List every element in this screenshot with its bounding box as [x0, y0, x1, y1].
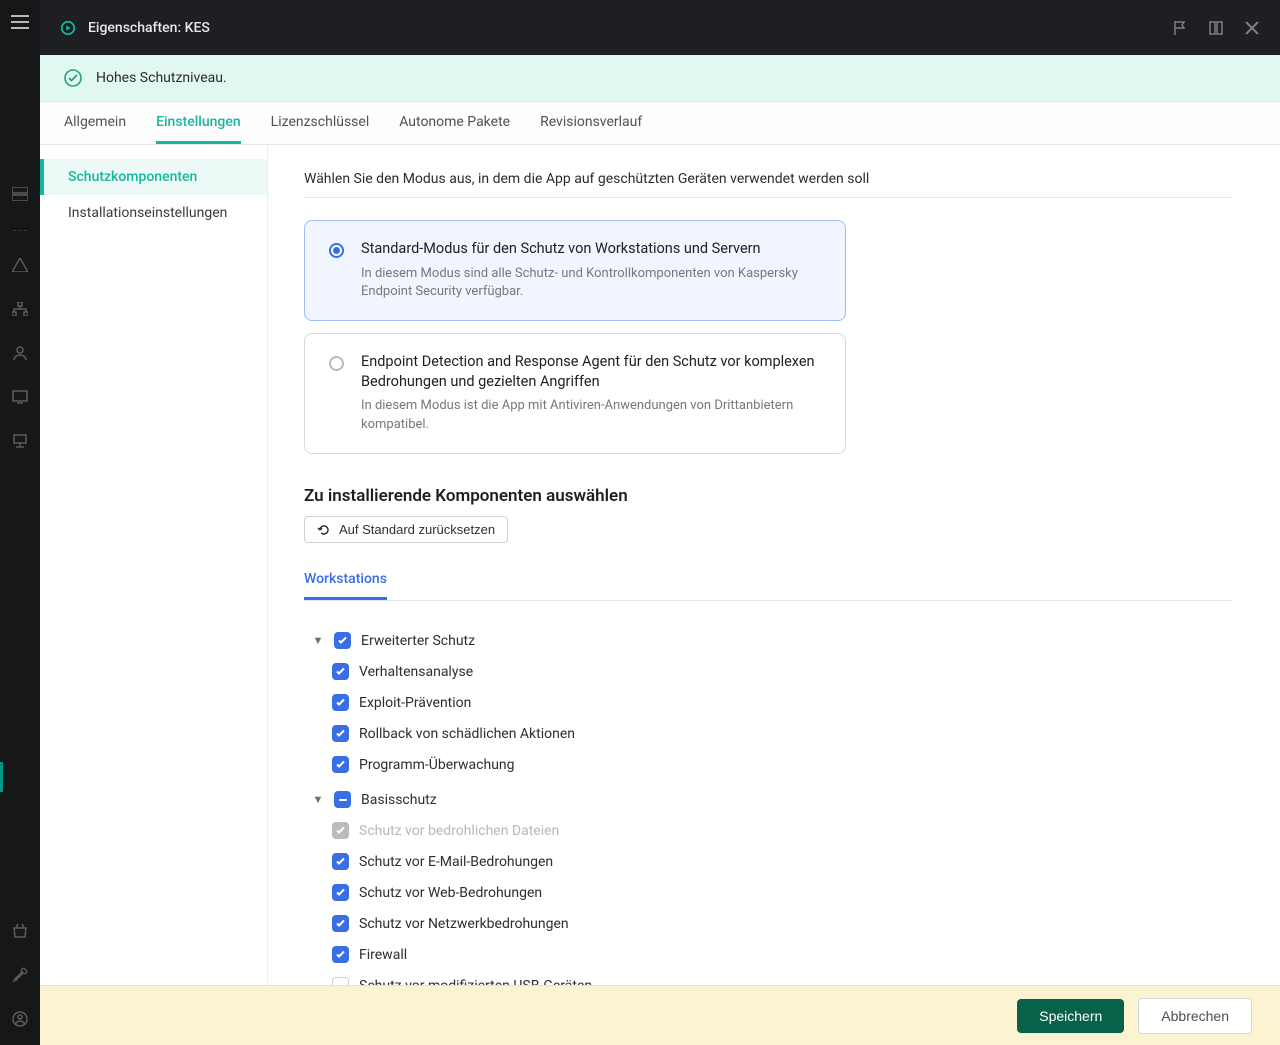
mode-heading: Wählen Sie den Modus aus, in dem die App…	[304, 171, 1232, 198]
status-banner: Hohes Schutzniveau.	[40, 55, 1280, 102]
sidenav-item-schutzkomponenten[interactable]: Schutzkomponenten	[40, 159, 267, 195]
checkbox-checked-icon[interactable]	[332, 725, 349, 742]
checkbox-checked-icon[interactable]	[332, 663, 349, 680]
flag-icon[interactable]	[1172, 20, 1188, 36]
settings-sidenav: Schutzkomponenten Installationseinstellu…	[40, 145, 268, 1045]
tree-item: Schutz vor bedrohlichen Dateien	[304, 815, 1232, 846]
app-icon	[60, 20, 76, 36]
mode-option-standard[interactable]: Standard-Modus für den Schutz von Workst…	[304, 220, 846, 321]
tree-label: Programm-Überwachung	[359, 757, 515, 773]
tab-lizenzschluessel[interactable]: Lizenzschlüssel	[271, 102, 370, 144]
tree-item[interactable]: Firewall	[304, 939, 1232, 970]
tree-label: Erweiterter Schutz	[361, 633, 475, 649]
rail-item-hierarchy[interactable]	[8, 299, 32, 319]
sidenav-item-installationseinstellungen[interactable]: Installationseinstellungen	[40, 195, 267, 231]
tree-item[interactable]: Schutz vor Web-Bedrohungen	[304, 877, 1232, 908]
tree-label: Basisschutz	[361, 792, 437, 808]
mode-label: Standard-Modus für den Schutz von Workst…	[361, 239, 825, 259]
rail-item-marketplace[interactable]	[8, 921, 32, 941]
checkbox-checked-icon[interactable]	[334, 632, 351, 649]
cancel-button[interactable]: Abbrechen	[1138, 998, 1252, 1034]
tree-item[interactable]: Programm-Überwachung	[304, 749, 1232, 780]
tab-revisionsverlauf[interactable]: Revisionsverlauf	[540, 102, 642, 144]
footer-bar: Speichern Abbrechen	[40, 985, 1280, 1045]
tree-label: Rollback von schädlichen Aktionen	[359, 726, 575, 742]
radio-icon	[329, 243, 344, 258]
status-text: Hohes Schutzniveau.	[96, 70, 227, 86]
tab-autonome-pakete[interactable]: Autonome Pakete	[399, 102, 510, 144]
mode-option-edr[interactable]: Endpoint Detection and Response Agent fü…	[304, 333, 846, 454]
subtab-workstations[interactable]: Workstations	[304, 561, 387, 600]
checkbox-checked-icon[interactable]	[332, 946, 349, 963]
reset-label: Auf Standard zurücksetzen	[339, 522, 495, 537]
checkbox-disabled-icon	[332, 822, 349, 839]
close-icon[interactable]	[1244, 20, 1260, 36]
mode-desc: In diesem Modus ist die App mit Antivire…	[361, 397, 825, 435]
component-tree: ▼ Erweiterter Schutz Verhaltensanalyse E…	[304, 625, 1232, 1001]
tree-label: Exploit-Prävention	[359, 695, 471, 711]
tree-parent-basisschutz[interactable]: ▼ Basisschutz	[304, 784, 1232, 815]
mode-desc: In diesem Modus sind alle Schutz- und Ko…	[361, 265, 825, 303]
header-bar: Eigenschaften: KES	[40, 0, 1280, 55]
rail-item-network[interactable]	[8, 431, 32, 451]
tree-item[interactable]: Schutz vor E-Mail-Bedrohungen	[304, 846, 1232, 877]
checkbox-checked-icon[interactable]	[332, 915, 349, 932]
main-tabs: Allgemein Einstellungen Lizenzschlüssel …	[40, 102, 1280, 145]
tab-allgemein[interactable]: Allgemein	[64, 102, 126, 144]
page-title: Eigenschaften: KES	[88, 20, 210, 36]
book-icon[interactable]	[1208, 20, 1224, 36]
chevron-down-icon: ▼	[312, 793, 324, 806]
checkbox-checked-icon[interactable]	[332, 694, 349, 711]
rail-item-dashboard[interactable]	[8, 184, 32, 204]
checkbox-checked-icon[interactable]	[332, 853, 349, 870]
checkbox-checked-icon[interactable]	[332, 756, 349, 773]
reset-defaults-button[interactable]: Auf Standard zurücksetzen	[304, 516, 508, 543]
tree-label: Schutz vor Web-Bedrohungen	[359, 885, 542, 901]
content-area: Wählen Sie den Modus aus, in dem die App…	[268, 145, 1280, 1045]
checkbox-indeterminate-icon[interactable]	[334, 791, 351, 808]
main-panel: Eigenschaften: KES Hohes Schutzniveau. A…	[40, 0, 1280, 1045]
tree-item[interactable]: Schutz vor Netzwerkbedrohungen	[304, 908, 1232, 939]
tree-label: Firewall	[359, 947, 407, 963]
rail-item-users[interactable]	[8, 343, 32, 363]
tree-parent-erweiterter-schutz[interactable]: ▼ Erweiterter Schutz	[304, 625, 1232, 656]
tab-einstellungen[interactable]: Einstellungen	[156, 102, 241, 144]
save-button[interactable]: Speichern	[1017, 999, 1124, 1033]
tree-label: Schutz vor Netzwerkbedrohungen	[359, 916, 569, 932]
undo-icon	[317, 523, 331, 537]
check-circle-icon	[64, 69, 82, 87]
rail-item-alerts[interactable]	[8, 255, 32, 275]
tree-item[interactable]: Verhaltensanalyse	[304, 656, 1232, 687]
tree-item[interactable]: Exploit-Prävention	[304, 687, 1232, 718]
mode-label: Endpoint Detection and Response Agent fü…	[361, 352, 825, 391]
checkbox-checked-icon[interactable]	[332, 884, 349, 901]
radio-icon	[329, 356, 344, 371]
rail-item-settings[interactable]	[8, 965, 32, 985]
tree-label: Schutz vor E-Mail-Bedrohungen	[359, 854, 553, 870]
menu-icon[interactable]	[0, 0, 40, 44]
rail-active-indicator	[0, 762, 3, 792]
components-title: Zu installierende Komponenten auswählen	[304, 486, 1232, 506]
rail-item-account[interactable]	[8, 1009, 32, 1029]
component-subtabs: Workstations	[304, 561, 1232, 601]
chevron-down-icon: ▼	[312, 634, 324, 647]
tree-label: Verhaltensanalyse	[359, 664, 473, 680]
tree-label: Schutz vor bedrohlichen Dateien	[359, 823, 559, 839]
tree-item[interactable]: Rollback von schädlichen Aktionen	[304, 718, 1232, 749]
left-rail	[0, 0, 40, 1045]
rail-item-devices[interactable]	[8, 387, 32, 407]
